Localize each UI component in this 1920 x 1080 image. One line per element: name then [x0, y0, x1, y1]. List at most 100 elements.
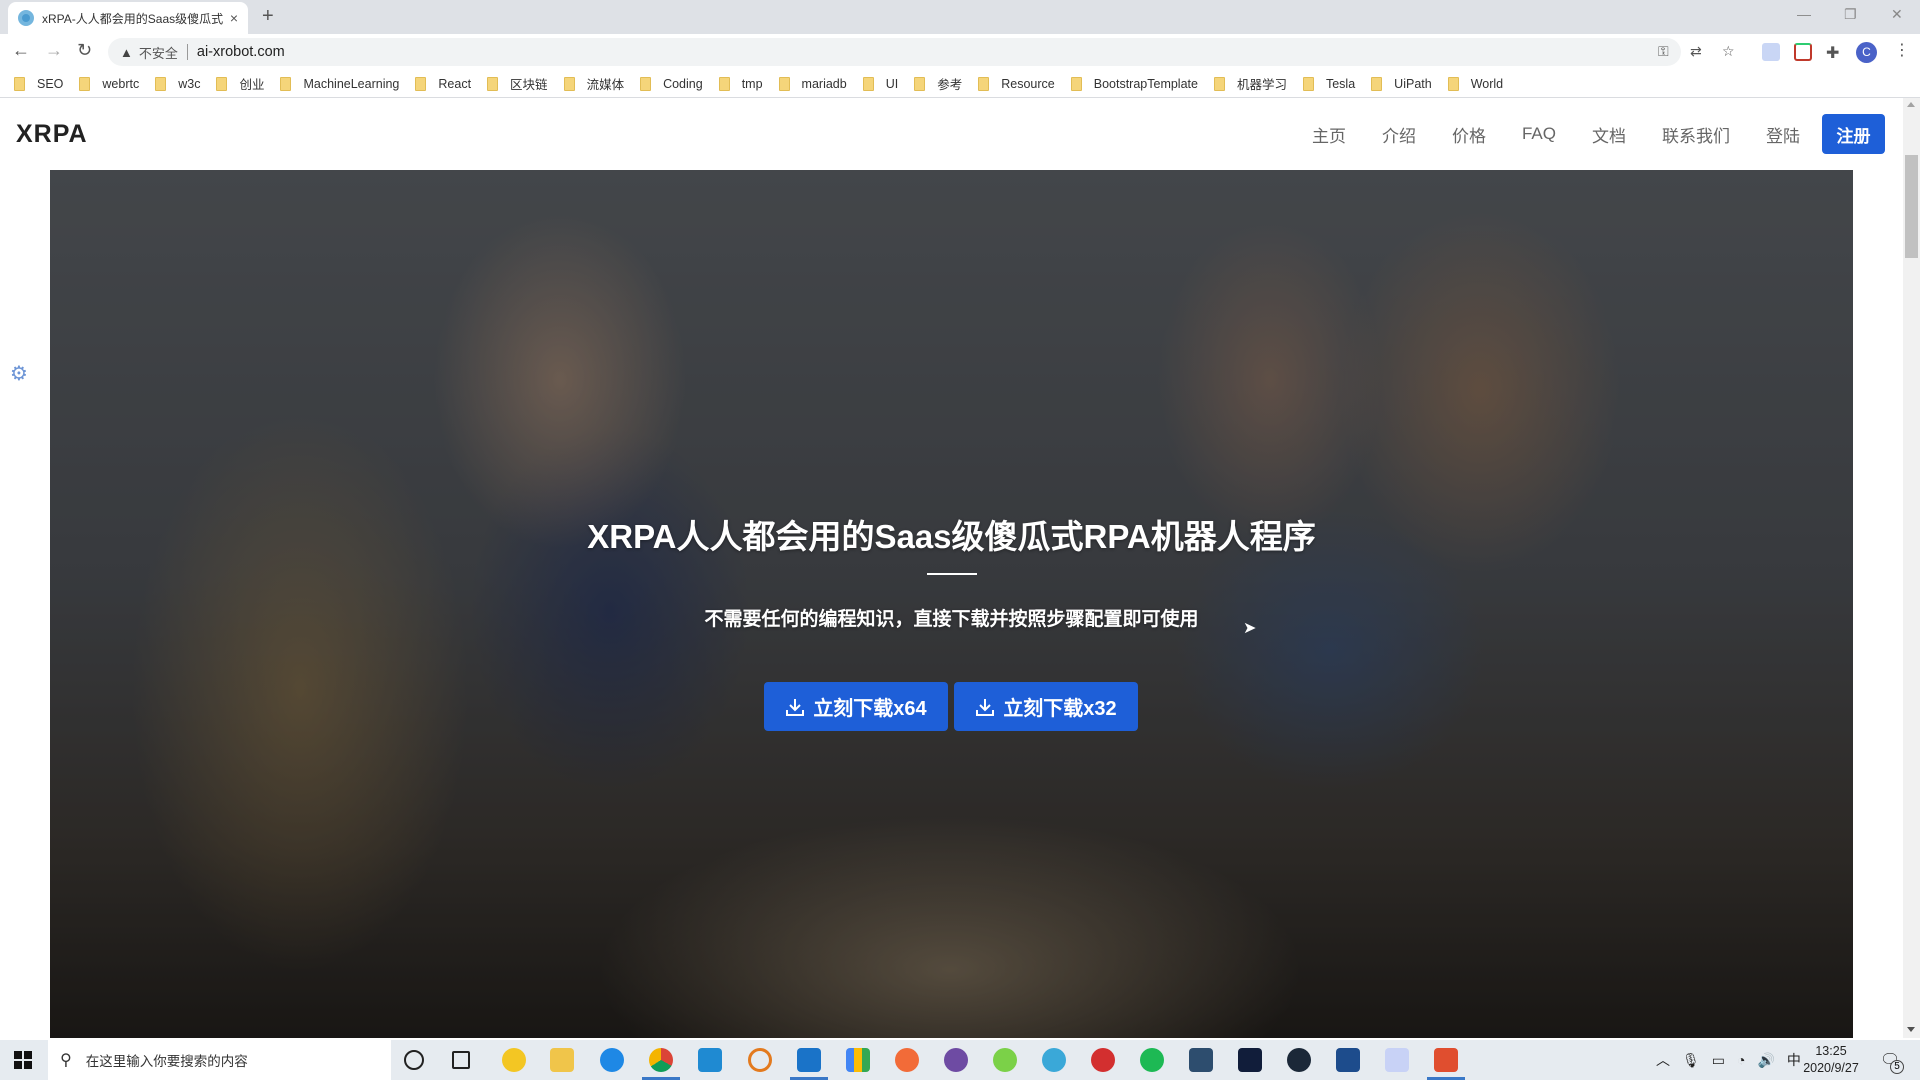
volume-icon[interactable]: 🔊: [1757, 1052, 1774, 1069]
bookmark-item[interactable]: Resource: [978, 76, 1055, 91]
url-text[interactable]: ai-xrobot.com: [197, 44, 285, 60]
favicon-icon: [18, 10, 34, 26]
nav-faq[interactable]: FAQ: [1522, 124, 1556, 144]
download-x64-button[interactable]: 立刻下载x64: [764, 682, 948, 731]
nav-home[interactable]: 主页: [1312, 122, 1346, 147]
bookmark-item[interactable]: SEO: [14, 76, 63, 91]
restore-button[interactable]: ❐: [1844, 6, 1857, 23]
nav-intro[interactable]: 介绍: [1382, 122, 1416, 147]
bookmark-item[interactable]: UI: [862, 76, 898, 91]
camtasia-icon[interactable]: [1434, 1048, 1458, 1072]
folder-icon: [155, 76, 167, 91]
file-explorer-icon[interactable]: [550, 1048, 574, 1072]
scroll-down-icon[interactable]: [1907, 1027, 1915, 1032]
android-studio-icon[interactable]: [1042, 1048, 1066, 1072]
nav-docs[interactable]: 文档: [1592, 122, 1626, 147]
minimize-button[interactable]: —: [1797, 6, 1811, 22]
bookmarks-bar: SEO webrtc w3c 创业 MachineLearning React …: [0, 70, 1920, 98]
taskbar-search[interactable]: ⚲ 在这里输入你要搜索的内容: [48, 1040, 391, 1080]
scroll-thumb[interactable]: [1905, 155, 1918, 258]
windows-taskbar: ⚲ 在这里输入你要搜索的内容 ︿ 🎙 ▭ ◔ 🔊 中 13:25 2020/9/…: [0, 1040, 1920, 1080]
bookmark-app-icon[interactable]: [846, 1048, 870, 1072]
battery-icon[interactable]: ▭: [1712, 1052, 1725, 1069]
qq-music-icon[interactable]: [502, 1048, 526, 1072]
folder-icon: [778, 76, 790, 91]
teamviewer-icon[interactable]: [797, 1048, 821, 1072]
close-window-button[interactable]: ✕: [1891, 6, 1903, 23]
bookmark-item[interactable]: BootstrapTemplate: [1070, 76, 1198, 91]
bookmark-item[interactable]: 区块链: [487, 74, 548, 93]
folder-icon: [14, 76, 25, 91]
bookmark-item[interactable]: mariadb: [778, 76, 847, 91]
download-x64-label: 立刻下载x64: [813, 698, 927, 720]
star-icon[interactable]: ☆: [1722, 43, 1735, 60]
folder-icon: [280, 76, 292, 91]
wifi-icon[interactable]: ◔: [1737, 1052, 1745, 1068]
scroll-up-icon[interactable]: [1907, 102, 1915, 107]
github-desktop-icon[interactable]: [944, 1048, 968, 1072]
forward-icon[interactable]: →: [45, 40, 63, 60]
folder-icon: [415, 76, 427, 91]
vertical-scrollbar[interactable]: [1903, 98, 1920, 1038]
key-icon[interactable]: ⚿: [1658, 43, 1669, 60]
new-tab-button[interactable]: +: [262, 6, 274, 26]
gear-icon[interactable]: ⚙: [10, 361, 28, 386]
bookmark-item[interactable]: 流媒体: [563, 74, 624, 93]
ds-app-icon[interactable]: [1336, 1048, 1360, 1072]
download-x32-button[interactable]: 立刻下载x32: [954, 682, 1138, 731]
nav-contact[interactable]: 联系我们: [1662, 122, 1730, 147]
folder-icon: [1213, 76, 1225, 91]
extension-bird-icon[interactable]: [1762, 43, 1780, 61]
menu-kebab-icon[interactable]: ⋮: [1894, 42, 1910, 60]
bookmark-item[interactable]: 创业: [216, 74, 264, 93]
nav-pricing[interactable]: 价格: [1452, 122, 1486, 147]
edge-icon[interactable]: [600, 1048, 624, 1072]
bookmark-item[interactable]: Coding: [640, 76, 703, 91]
chrome-icon[interactable]: [649, 1048, 673, 1072]
folder-icon: [1447, 76, 1459, 91]
bookmark-item[interactable]: Tesla: [1302, 76, 1355, 91]
visual-studio-icon[interactable]: [1238, 1048, 1262, 1072]
mouse-cursor-icon: ➤: [1243, 620, 1257, 637]
cortana-icon[interactable]: [404, 1050, 424, 1070]
nav-login[interactable]: 登陆: [1766, 122, 1800, 147]
bookmark-item[interactable]: UiPath: [1371, 76, 1432, 91]
mysql-workbench-icon[interactable]: [1189, 1048, 1213, 1072]
bookmark-item[interactable]: 机器学习: [1213, 74, 1287, 93]
spotify-icon[interactable]: [1140, 1048, 1164, 1072]
bookmark-item[interactable]: w3c: [155, 76, 200, 91]
postman-icon[interactable]: [895, 1048, 919, 1072]
back-icon[interactable]: ←: [12, 40, 30, 60]
bookmark-item[interactable]: MachineLearning: [280, 76, 399, 91]
address-bar[interactable]: ▲ 不安全 ai-xrobot.com: [108, 38, 1681, 66]
tab-close-icon[interactable]: ×: [230, 10, 238, 26]
extension-pocket-icon[interactable]: [1794, 43, 1812, 61]
signup-button[interactable]: 注册: [1822, 114, 1885, 154]
folder-icon: [1302, 76, 1314, 91]
translate-icon[interactable]: ⇄: [1690, 43, 1702, 60]
microphone-icon[interactable]: 🎙: [1682, 1052, 1700, 1069]
feishu-icon[interactable]: [1385, 1048, 1409, 1072]
folder-icon: [914, 76, 926, 91]
vscode-icon[interactable]: [698, 1048, 722, 1072]
wechat-icon[interactable]: [993, 1048, 1017, 1072]
tray-chevron-icon[interactable]: ︿: [1656, 1050, 1670, 1070]
extensions-puzzle-icon[interactable]: ✚: [1826, 43, 1839, 63]
browser-tab[interactable]: xRPA-人人都会用的Saas级傻瓜式 ×: [8, 2, 248, 34]
search-app-icon[interactable]: [748, 1048, 772, 1072]
bookmark-item[interactable]: webrtc: [79, 76, 139, 91]
windows-start-icon[interactable]: [14, 1051, 32, 1069]
system-tray: ︿ 🎙 ▭ ◔ 🔊 中: [1656, 1040, 1801, 1080]
profile-avatar[interactable]: C: [1856, 42, 1877, 63]
reload-icon[interactable]: ↻: [77, 40, 92, 60]
bookmark-item[interactable]: tmp: [718, 76, 763, 91]
clock[interactable]: 13:25 2020/9/27: [1796, 1043, 1866, 1077]
task-view-icon[interactable]: [452, 1051, 470, 1069]
steam-icon[interactable]: [1287, 1048, 1311, 1072]
bookmark-item[interactable]: React: [415, 76, 471, 91]
site-logo[interactable]: XRPA: [16, 120, 88, 149]
clock-time: 13:25: [1815, 1044, 1847, 1058]
bookmark-item[interactable]: 参考: [914, 74, 962, 93]
expressvpn-icon[interactable]: [1091, 1048, 1115, 1072]
bookmark-item[interactable]: World: [1447, 76, 1503, 91]
